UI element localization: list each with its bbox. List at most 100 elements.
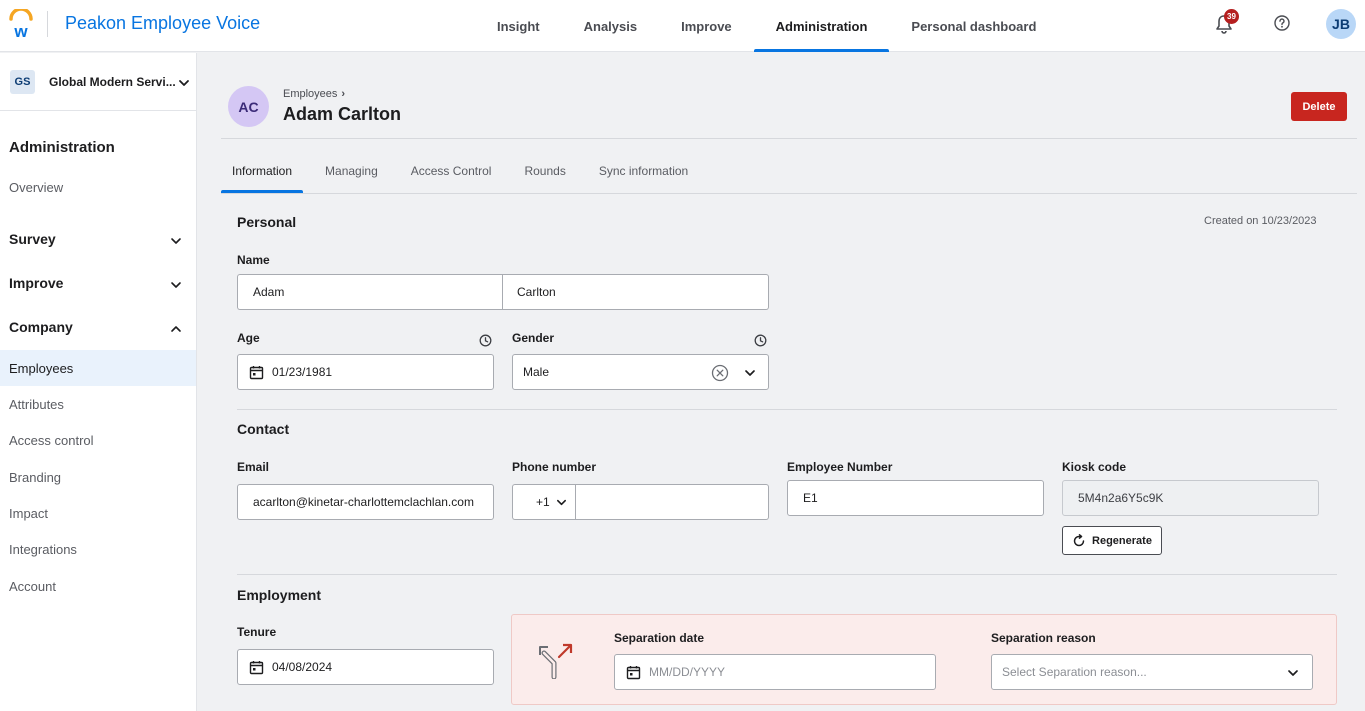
- page-title: Adam Carlton: [283, 104, 402, 124]
- gender-select[interactable]: Male: [512, 354, 769, 390]
- kiosk-code-field: 5M4n2a6Y5c9K: [1062, 480, 1319, 516]
- help-icon[interactable]: [1273, 14, 1291, 32]
- header-divider: [221, 138, 1357, 139]
- section-divider: [237, 409, 1337, 410]
- nav-improve[interactable]: Improve: [659, 0, 754, 52]
- sidebar-section-survey[interactable]: Survey: [0, 226, 196, 254]
- last-name-input[interactable]: Carlton: [502, 274, 769, 310]
- regenerate-button[interactable]: Regenerate: [1062, 526, 1162, 555]
- main-nav: Insight Analysis Improve Administration …: [475, 0, 1058, 52]
- calendar-icon: [626, 665, 641, 679]
- email-field[interactable]: acarlton@kinetar-charlottemclachlan.com: [237, 484, 494, 520]
- chevron-down-icon: [171, 238, 181, 244]
- section-title-personal: Personal: [237, 214, 297, 230]
- created-date: Created on 10/23/2023: [1204, 215, 1317, 227]
- tenure-date-value: 04/08/2024: [272, 660, 333, 674]
- separation-panel: Separation date MM/DD/YYYY Separation re…: [511, 614, 1337, 705]
- name-field-divider: [502, 274, 503, 309]
- birth-date-value: 01/23/1981: [272, 365, 333, 379]
- tenure-label: Tenure: [237, 625, 277, 639]
- birth-date-input[interactable]: 01/23/1981: [237, 354, 494, 390]
- separation-reason-placeholder: Select Separation reason...: [1002, 665, 1147, 679]
- separation-arrow-icon: [539, 643, 573, 679]
- tab-sync-information[interactable]: Sync information: [588, 149, 699, 193]
- phone-label: Phone number: [512, 460, 597, 474]
- section-title-contact: Contact: [237, 421, 290, 437]
- regenerate-label: Regenerate: [1092, 534, 1152, 547]
- sidebar-item-account[interactable]: Account: [0, 568, 196, 604]
- sidebar-item-overview[interactable]: Overview: [9, 180, 63, 195]
- chevron-down-icon: [179, 80, 189, 86]
- sidebar-item-impact[interactable]: Impact: [0, 495, 196, 531]
- phone-country-code: +1: [536, 495, 550, 509]
- svg-text:w: w: [13, 22, 28, 39]
- regenerate-icon: [1073, 533, 1085, 546]
- sidebar-section-label: Survey: [9, 231, 56, 247]
- section-title-employment: Employment: [237, 587, 322, 603]
- separation-reason-label: Separation reason: [991, 631, 1096, 645]
- phone-input[interactable]: [576, 484, 769, 520]
- breadcrumb-separator: ›: [341, 88, 346, 100]
- org-name: Global Modern Servi...: [49, 75, 176, 89]
- employee-number-label: Employee Number: [787, 460, 893, 474]
- employee-avatar: AC: [228, 86, 269, 127]
- chevron-down-icon: [1288, 670, 1298, 676]
- sidebar-item-branding[interactable]: Branding: [0, 459, 196, 495]
- sidebar-section-improve[interactable]: Improve: [0, 270, 196, 298]
- tab-bar: Information Managing Access Control Roun…: [221, 149, 710, 193]
- notification-badge: 39: [1224, 9, 1239, 24]
- nav-personal-dashboard[interactable]: Personal dashboard: [889, 0, 1058, 52]
- tenure-date-input[interactable]: 04/08/2024: [237, 649, 494, 685]
- tab-rounds[interactable]: Rounds: [513, 149, 576, 193]
- nav-insight[interactable]: Insight: [475, 0, 562, 52]
- gender-value: Male: [523, 365, 550, 379]
- chevron-down-icon: [745, 370, 755, 376]
- sidebar-section-label: Company: [9, 319, 73, 335]
- gender-label: Gender: [512, 331, 555, 345]
- tabs-divider: [221, 193, 1357, 194]
- separation-date-label: Separation date: [614, 631, 705, 645]
- calendar-icon: [249, 660, 264, 674]
- kiosk-code-label: Kiosk code: [1062, 460, 1127, 474]
- org-switcher[interactable]: GS Global Modern Servi...: [0, 53, 196, 111]
- separation-date-placeholder: MM/DD/YYYY: [649, 665, 726, 679]
- app-title[interactable]: Peakon Employee Voice: [65, 13, 260, 34]
- name-label: Name: [237, 253, 270, 267]
- separation-date-input[interactable]: MM/DD/YYYY: [614, 654, 936, 690]
- sidebar-item-employees[interactable]: Employees: [0, 350, 196, 386]
- sidebar-item-access-control[interactable]: Access control: [0, 422, 196, 458]
- section-divider: [237, 574, 1337, 575]
- first-name-input[interactable]: Adam: [237, 274, 503, 310]
- age-label: Age: [237, 331, 260, 345]
- phone-country-select[interactable]: +1: [512, 484, 576, 520]
- sidebar-section-label: Improve: [9, 275, 64, 291]
- breadcrumb-employees[interactable]: Employees: [283, 88, 337, 100]
- nav-administration[interactable]: Administration: [753, 0, 890, 52]
- sidebar: GS Global Modern Servi... Administration…: [0, 53, 197, 711]
- clock-icon[interactable]: [754, 334, 767, 347]
- chevron-up-icon: [171, 326, 181, 332]
- tab-information[interactable]: Information: [221, 149, 304, 193]
- logo-divider: [47, 11, 48, 37]
- chevron-down-icon: [171, 282, 181, 288]
- sidebar-item-integrations[interactable]: Integrations: [0, 531, 196, 567]
- chevron-down-icon: [556, 499, 566, 505]
- org-badge: GS: [10, 70, 35, 94]
- delete-button[interactable]: Delete: [1291, 92, 1347, 121]
- calendar-icon: [249, 365, 264, 379]
- sidebar-section-company[interactable]: Company: [0, 314, 196, 342]
- tab-managing[interactable]: Managing: [314, 149, 389, 193]
- tab-access-control[interactable]: Access Control: [400, 149, 503, 193]
- clear-icon[interactable]: [711, 364, 729, 382]
- breadcrumb: Employees ›: [283, 88, 345, 100]
- separation-reason-select[interactable]: Select Separation reason...: [991, 654, 1313, 690]
- workday-logo-icon[interactable]: w: [8, 9, 34, 39]
- main-content: AC Employees › Adam Carlton Delete Inform…: [198, 53, 1365, 711]
- employee-number-input[interactable]: E1: [787, 480, 1044, 516]
- top-bar: w Peakon Employee Voice Insight Analysis…: [0, 0, 1365, 52]
- email-label: Email: [237, 460, 270, 474]
- sidebar-item-attributes[interactable]: Attributes: [0, 386, 196, 422]
- clock-icon[interactable]: [479, 334, 492, 347]
- user-avatar[interactable]: JB: [1326, 9, 1356, 39]
- nav-analysis[interactable]: Analysis: [562, 0, 659, 52]
